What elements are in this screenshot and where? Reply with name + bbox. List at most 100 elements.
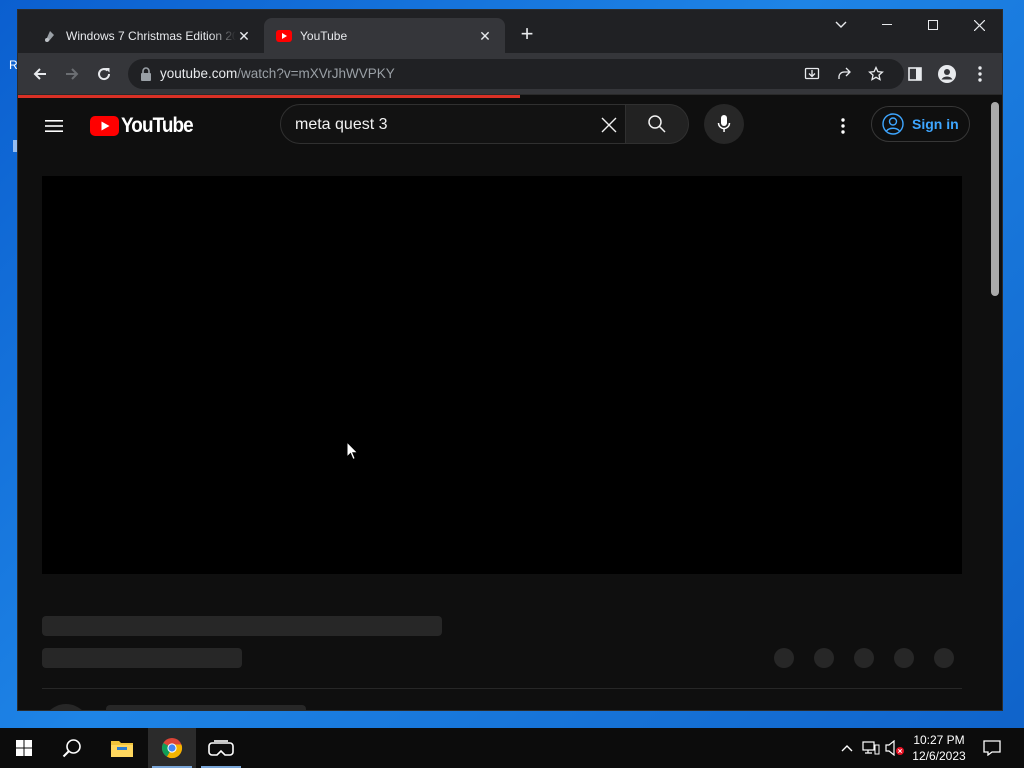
youtube-page: YouTube Sign in bbox=[18, 98, 1002, 710]
chevron-up-icon bbox=[841, 745, 853, 752]
tab-close-icon[interactable]: ✕ bbox=[236, 28, 252, 44]
guide-menu-button[interactable] bbox=[42, 114, 66, 138]
network-tray-icon[interactable] bbox=[860, 728, 882, 768]
side-panel-icon bbox=[908, 67, 922, 81]
divider bbox=[42, 688, 962, 689]
mouse-cursor-icon bbox=[346, 441, 359, 461]
volume-tray-icon[interactable] bbox=[884, 728, 906, 768]
profile-button[interactable] bbox=[934, 61, 960, 87]
page-scrollbar[interactable] bbox=[988, 98, 1002, 710]
lock-icon bbox=[141, 67, 151, 81]
install-app-button[interactable] bbox=[800, 62, 824, 86]
sign-in-label: Sign in bbox=[912, 116, 959, 132]
sign-in-button[interactable]: Sign in bbox=[871, 106, 970, 142]
kebab-menu-icon bbox=[841, 118, 845, 134]
url-host: youtube.com bbox=[160, 66, 238, 81]
desktop-icon-label-fragment: R bbox=[9, 58, 18, 72]
ornament-icon bbox=[42, 28, 58, 44]
voice-search-button[interactable] bbox=[704, 104, 744, 144]
clear-search-button[interactable] bbox=[597, 113, 621, 137]
arrow-left-icon bbox=[33, 68, 46, 80]
action-placeholder bbox=[774, 648, 794, 668]
desktop-icon-fragment bbox=[13, 140, 17, 152]
browser-window: Windows 7 Christmas Edition 20 ✕ YouTube… bbox=[18, 10, 1002, 710]
start-icon bbox=[16, 740, 32, 756]
close-icon bbox=[601, 117, 617, 133]
tab-youtube[interactable]: YouTube ✕ bbox=[264, 18, 505, 53]
maximize-icon bbox=[928, 20, 938, 30]
search-box bbox=[280, 104, 689, 144]
tab-title: YouTube bbox=[300, 28, 348, 43]
back-button[interactable] bbox=[27, 61, 53, 87]
chrome-icon bbox=[161, 738, 183, 759]
profile-icon bbox=[938, 65, 956, 83]
scrollbar-thumb[interactable] bbox=[991, 102, 999, 296]
taskbar-file-explorer[interactable] bbox=[98, 728, 146, 768]
action-placeholder bbox=[814, 648, 834, 668]
avatar-placeholder bbox=[42, 704, 90, 710]
share-icon bbox=[838, 67, 851, 79]
search-input[interactable] bbox=[295, 114, 585, 136]
action-placeholder bbox=[854, 648, 874, 668]
minimize-button[interactable] bbox=[864, 10, 910, 40]
start-button[interactable] bbox=[0, 728, 48, 768]
action-center-button[interactable] bbox=[980, 728, 1004, 768]
tab-title: Windows 7 Christmas Edition 20 bbox=[66, 28, 236, 43]
reload-button[interactable] bbox=[91, 61, 117, 87]
title-placeholder bbox=[42, 616, 442, 636]
star-icon bbox=[868, 66, 884, 81]
taskbar-clock[interactable]: 10:27 PM 12/6/2023 bbox=[904, 732, 974, 764]
vr-headset-icon bbox=[208, 740, 234, 756]
side-panel-button[interactable] bbox=[902, 61, 928, 87]
tab-strip: Windows 7 Christmas Edition 20 ✕ YouTube… bbox=[18, 10, 1002, 53]
file-explorer-icon bbox=[111, 741, 133, 757]
kebab-menu-icon bbox=[978, 66, 982, 82]
browser-toolbar: youtube.com/watch?v=mXVrJhWVPKY bbox=[18, 53, 1002, 95]
chrome-menu-button[interactable] bbox=[967, 61, 993, 87]
maximize-button[interactable] bbox=[910, 10, 956, 40]
channel-placeholder bbox=[42, 648, 242, 668]
url-path: /watch?v=mXVrJhWVPKY bbox=[237, 66, 395, 81]
clock-date: 12/6/2023 bbox=[912, 749, 966, 763]
tab-search-button[interactable] bbox=[818, 10, 864, 40]
microphone-icon bbox=[717, 115, 731, 132]
clock-time: 10:27 PM bbox=[913, 733, 965, 747]
comment-placeholder bbox=[106, 705, 306, 710]
taskbar-chrome[interactable] bbox=[148, 728, 196, 768]
youtube-play-logo-icon bbox=[90, 116, 119, 136]
close-icon bbox=[973, 19, 985, 31]
search-icon bbox=[62, 739, 81, 758]
account-circle-icon bbox=[882, 113, 904, 135]
minimize-icon bbox=[882, 24, 892, 25]
chevron-down-icon bbox=[835, 21, 847, 28]
reload-icon bbox=[98, 68, 111, 81]
taskbar-vr-app[interactable] bbox=[197, 728, 245, 768]
install-icon bbox=[804, 67, 820, 80]
settings-menu-button[interactable] bbox=[831, 114, 855, 138]
arrow-right-icon bbox=[66, 68, 79, 80]
youtube-logo[interactable]: YouTube bbox=[90, 114, 201, 138]
action-placeholder bbox=[894, 648, 914, 668]
search-icon bbox=[648, 115, 666, 133]
url-text: youtube.com/watch?v=mXVrJhWVPKY bbox=[160, 66, 395, 81]
tab-close-icon[interactable]: ✕ bbox=[477, 28, 493, 44]
youtube-favicon-icon bbox=[276, 28, 292, 44]
action-placeholder bbox=[934, 648, 954, 668]
tab-windows7-christmas[interactable]: Windows 7 Christmas Edition 20 ✕ bbox=[30, 18, 264, 53]
search-button[interactable] bbox=[625, 104, 689, 144]
address-bar[interactable]: youtube.com/watch?v=mXVrJhWVPKY bbox=[128, 59, 904, 89]
show-hidden-icons-button[interactable] bbox=[838, 728, 856, 768]
youtube-logo-text: YouTube bbox=[121, 114, 194, 137]
close-window-button[interactable] bbox=[956, 10, 1002, 40]
forward-button[interactable] bbox=[59, 61, 85, 87]
video-player[interactable] bbox=[42, 176, 962, 574]
taskbar: 10:27 PM 12/6/2023 bbox=[0, 728, 1024, 768]
volume-muted-icon bbox=[885, 740, 904, 756]
taskbar-search-button[interactable] bbox=[48, 728, 96, 768]
notification-icon bbox=[983, 740, 1001, 756]
network-icon bbox=[862, 741, 880, 755]
hamburger-icon bbox=[45, 120, 63, 132]
bookmark-button[interactable] bbox=[864, 62, 888, 86]
new-tab-button[interactable]: + bbox=[516, 23, 538, 46]
share-button[interactable] bbox=[832, 62, 856, 86]
